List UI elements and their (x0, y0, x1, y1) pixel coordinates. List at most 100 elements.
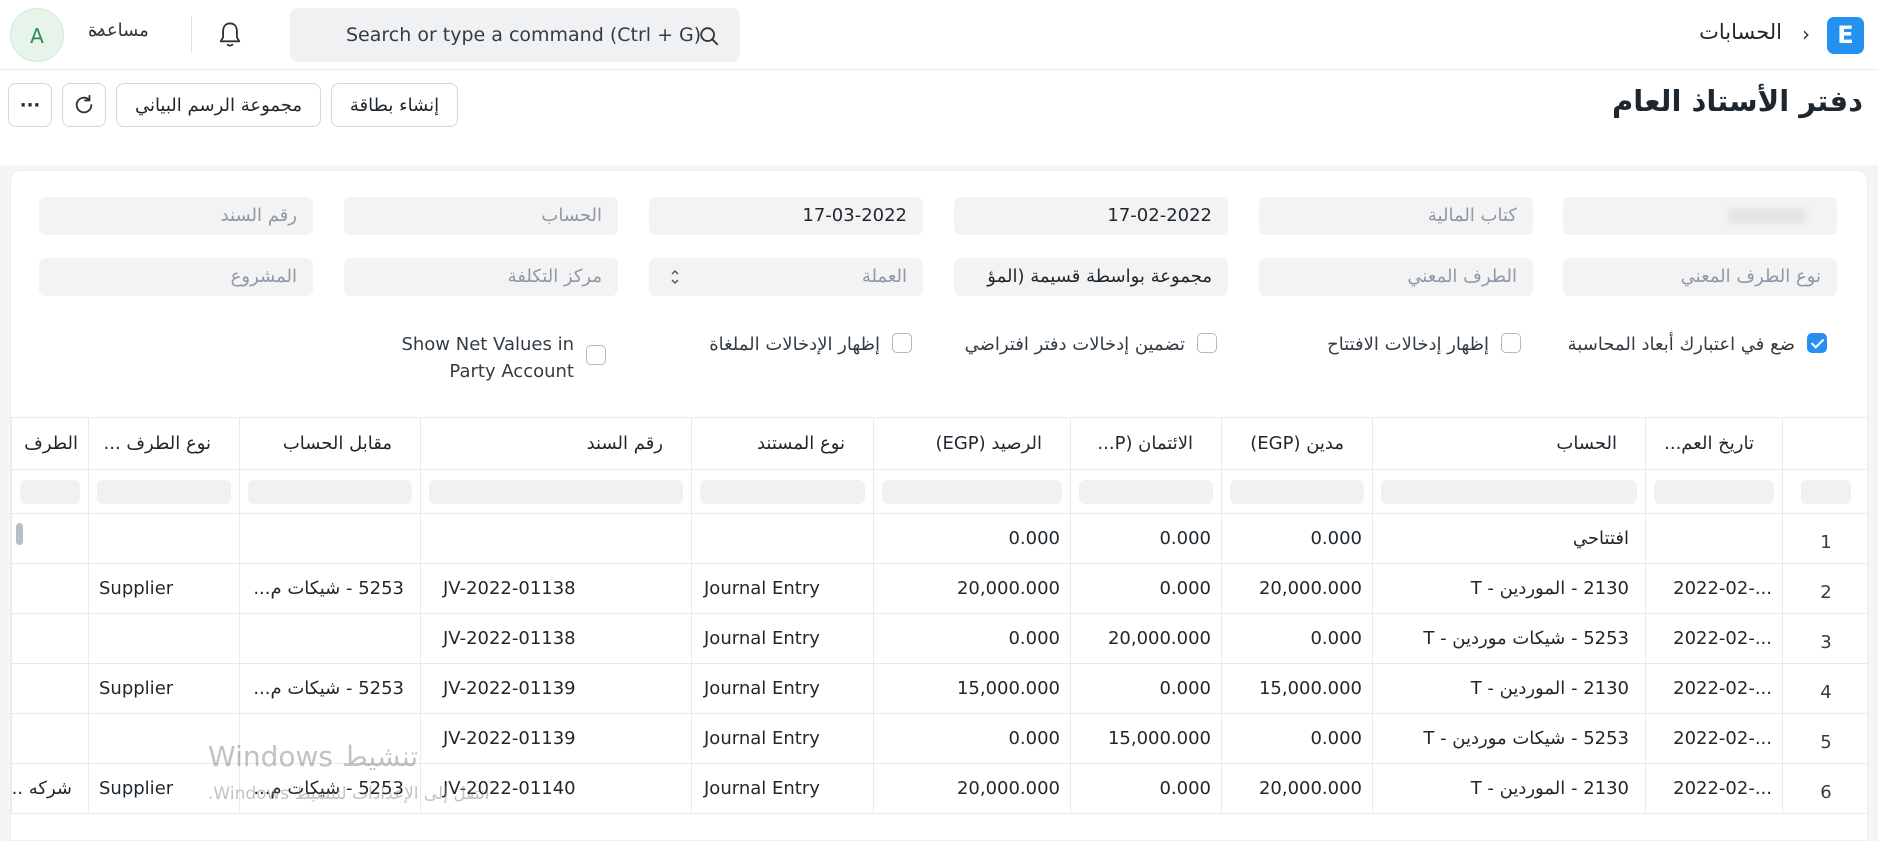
cell-against-account[interactable] (239, 614, 420, 663)
cell-voucher-type[interactable]: Journal Entry (691, 614, 873, 663)
cell-row-number[interactable]: 4 (1782, 664, 1867, 713)
chart-group-button[interactable]: مجموعة الرسم البياني (116, 83, 321, 127)
cell-voucher-type[interactable] (691, 514, 873, 563)
header-against-account[interactable]: مقابل الحساب (239, 418, 420, 469)
header-voucher-no[interactable]: رقم السند (420, 418, 691, 469)
cell-party-type[interactable]: Supplier (88, 564, 239, 613)
filter-debit[interactable] (1221, 470, 1372, 513)
filter-credit[interactable] (1070, 470, 1221, 513)
cell-against-account[interactable]: 5253 - شيكات م... (239, 664, 420, 713)
header-party-type[interactable]: نوع الطرف ... (88, 418, 239, 469)
filter-account[interactable] (1372, 470, 1645, 513)
party-type-field[interactable]: نوع الطرف المعني (1563, 258, 1837, 296)
filter-voucher-type[interactable] (691, 470, 873, 513)
cell-party[interactable] (11, 714, 88, 763)
show-cancelled-entries-checkbox[interactable]: إظهار الإدخالات الملغاة (709, 331, 912, 358)
group-by-select[interactable]: مجموعة بواسطة قسيمة (المؤ (954, 258, 1228, 296)
cell-credit[interactable]: 15,000.000 (1070, 714, 1221, 763)
cell-credit[interactable]: 0.000 (1070, 564, 1221, 613)
cell-row-number[interactable]: 3 (1782, 614, 1867, 663)
company-field[interactable] (1563, 197, 1837, 235)
table-row[interactable]: 4 2022-02-... 2130 - الموردين - T 15,000.00… (11, 664, 1867, 714)
search-bar[interactable]: Search or type a command (Ctrl + G) (290, 8, 740, 62)
checkbox[interactable] (586, 345, 606, 365)
cell-party-type[interactable] (88, 514, 239, 563)
cell-balance[interactable]: 15,000.000 (873, 664, 1070, 713)
cell-row-number[interactable]: 6 (1782, 764, 1867, 813)
filter-party[interactable] (11, 470, 88, 513)
table-row[interactable]: 3 2022-02-... 5253 - شيكات موردين - T 0.000… (11, 614, 1867, 664)
cell-against-account[interactable] (239, 514, 420, 563)
accounting-dimensions-checkbox[interactable]: ضع في اعتبارك أبعاد المحاسبة (1568, 331, 1827, 358)
cell-debit[interactable]: 0.000 (1221, 514, 1372, 563)
create-card-button[interactable]: إنشاء بطاقة (331, 83, 458, 127)
cell-balance[interactable]: 20,000.000 (873, 564, 1070, 613)
from-date-field[interactable]: 17-02-2022 (954, 197, 1228, 235)
horizontal-scrollbar-handle[interactable] (16, 523, 23, 545)
cell-account[interactable]: 5253 - شيكات موردين - T (1372, 614, 1645, 663)
header-voucher-type[interactable]: نوع المستند (691, 418, 873, 469)
cell-row-number[interactable]: 2 (1782, 564, 1867, 613)
refresh-button[interactable] (62, 83, 106, 127)
header-party[interactable]: الطرف (11, 418, 88, 469)
cell-credit[interactable]: 0.000 (1070, 664, 1221, 713)
finance-book-field[interactable]: كتاب المالية (1259, 197, 1533, 235)
voucher-no-field[interactable]: رقم السند (39, 197, 313, 235)
header-credit[interactable]: الائتمان (P... (1070, 418, 1221, 469)
cell-voucher-type[interactable]: Journal Entry (691, 564, 873, 613)
filter-party-type[interactable] (88, 470, 239, 513)
cell-balance[interactable]: 0.000 (873, 714, 1070, 763)
cell-party[interactable] (11, 564, 88, 613)
checkbox[interactable] (1197, 333, 1217, 353)
cell-posting-date[interactable]: 2022-02-... (1645, 564, 1782, 613)
include-default-book-checkbox[interactable]: تضمين إدخالات دفتر افتراضي (965, 331, 1217, 358)
cell-debit[interactable]: 0.000 (1221, 714, 1372, 763)
filter-voucher-no[interactable] (420, 470, 691, 513)
cell-party[interactable] (11, 664, 88, 713)
header-debit[interactable]: مدين (EGP) (1221, 418, 1372, 469)
cell-account[interactable]: 5253 - شيكات موردين - T (1372, 714, 1645, 763)
chevron-down-icon[interactable] (90, 28, 104, 38)
cell-voucher-type[interactable]: Journal Entry (691, 764, 873, 813)
notification-bell-icon[interactable] (216, 20, 244, 50)
cell-row-number[interactable]: 5 (1782, 714, 1867, 763)
app-logo[interactable]: E (1827, 17, 1864, 54)
filter-posting-date[interactable] (1645, 470, 1782, 513)
show-net-values-checkbox[interactable]: Show Net Values in Party Account (354, 331, 606, 385)
cell-debit[interactable]: 20,000.000 (1221, 564, 1372, 613)
checkbox-checked[interactable] (1807, 333, 1827, 353)
account-field[interactable]: الحساب (344, 197, 618, 235)
show-opening-entries-checkbox[interactable]: إظهار إدخالات الافتتاح (1327, 331, 1521, 358)
checkbox[interactable] (892, 333, 912, 353)
user-avatar[interactable]: A (10, 8, 64, 62)
cell-voucher-no[interactable] (420, 514, 691, 563)
cell-debit[interactable]: 15,000.000 (1221, 664, 1372, 713)
cell-posting-date[interactable]: 2022-02-... (1645, 764, 1782, 813)
cell-credit[interactable]: 0.000 (1070, 514, 1221, 563)
cell-credit[interactable]: 0.000 (1070, 764, 1221, 813)
cell-voucher-no[interactable]: JV-2022-01138 (420, 564, 691, 613)
party-field[interactable]: الطرف المعني (1259, 258, 1533, 296)
header-posting-date[interactable]: تاريخ العم... (1645, 418, 1782, 469)
header-balance[interactable]: الرصيد (EGP) (873, 418, 1070, 469)
cell-party-type[interactable]: Supplier (88, 664, 239, 713)
cell-balance[interactable]: 0.000 (873, 614, 1070, 663)
header-account[interactable]: الحساب (1372, 418, 1645, 469)
cell-account[interactable]: افتتاحي (1372, 514, 1645, 563)
cell-debit[interactable]: 20,000.000 (1221, 764, 1372, 813)
cell-debit[interactable]: 0.000 (1221, 614, 1372, 663)
cell-against-account[interactable]: 5253 - شيكات م... (239, 564, 420, 613)
project-field[interactable]: المشروع (39, 258, 313, 296)
cell-posting-date[interactable]: 2022-02-... (1645, 664, 1782, 713)
cell-credit[interactable]: 20,000.000 (1070, 614, 1221, 663)
cell-voucher-no[interactable]: JV-2022-01139 (420, 664, 691, 713)
table-row[interactable]: 1 افتتاحي 0.000 0.000 0.000 (11, 514, 1867, 564)
cell-voucher-no[interactable]: JV-2022-01138 (420, 614, 691, 663)
cell-account[interactable]: 2130 - الموردين - T (1372, 764, 1645, 813)
cell-voucher-type[interactable]: Journal Entry (691, 664, 873, 713)
to-date-field[interactable]: 17-03-2022 (649, 197, 923, 235)
more-options-button[interactable]: ··· (8, 83, 52, 127)
cell-balance[interactable]: 20,000.000 (873, 764, 1070, 813)
cell-party[interactable]: شركه ... (11, 764, 88, 813)
cell-posting-date[interactable]: 2022-02-... (1645, 714, 1782, 763)
